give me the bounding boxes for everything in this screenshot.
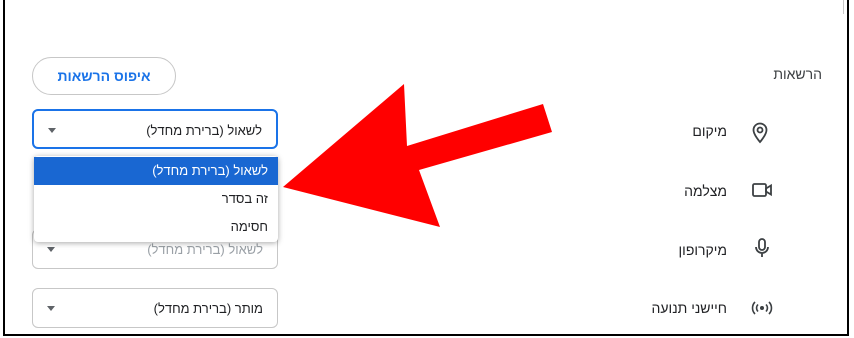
location-select-value: לשאול (ברירת מחדל) <box>146 123 262 138</box>
microphone-select-value: לשאול (ברירת מחדל) <box>147 242 263 257</box>
motion-sensors-permission-select[interactable]: מותר (ברירת מחדל) <box>32 288 278 328</box>
permission-label-microphone: מיקרופון <box>678 242 727 258</box>
dropdown-option-allow[interactable]: זה בסדר <box>34 185 278 213</box>
location-permission-select[interactable]: לשאול (ברירת מחדל) <box>32 109 278 149</box>
permission-label-location: מיקום <box>692 123 727 139</box>
chevron-down-icon <box>47 306 55 311</box>
motion-sensors-icon <box>750 296 774 320</box>
dropdown-option-ask[interactable]: לשאול (ברירת מחדל) <box>34 157 278 185</box>
reset-permissions-button[interactable]: איפוס הרשאות <box>32 57 176 95</box>
dropdown-option-block[interactable]: חסימה <box>34 213 278 241</box>
divider <box>843 0 844 14</box>
permission-label-motion-sensors: חיישני תנועה <box>651 300 727 316</box>
microphone-icon <box>750 236 774 260</box>
permission-options-dropdown: לשאול (ברירת מחדל) זה בסדר חסימה <box>34 156 278 242</box>
motion-select-value: מותר (ברירת מחדל) <box>153 301 263 316</box>
location-pin-icon <box>748 121 772 145</box>
section-title: הרשאות <box>773 66 822 82</box>
camera-icon <box>750 178 774 202</box>
permission-label-camera: מצלמה <box>684 183 727 199</box>
chevron-down-icon <box>47 247 55 252</box>
chevron-down-icon <box>48 128 56 133</box>
